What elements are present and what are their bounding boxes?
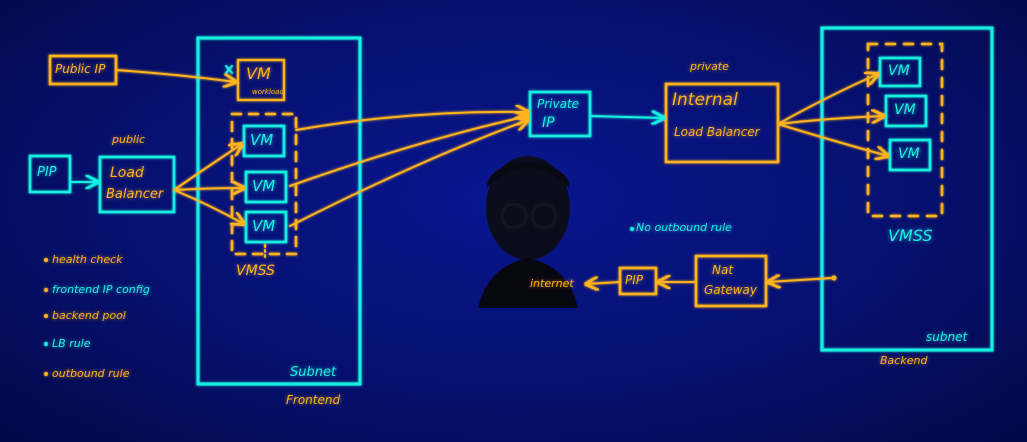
arrow-publicip-to-vm	[115, 69, 236, 82]
internal-lb-line1: Internal	[672, 90, 738, 110]
arrow-lb-to-vm	[173, 189, 244, 224]
subnet-dot	[831, 275, 837, 281]
note-health-check: health check	[52, 253, 123, 266]
private-ip-line1: Private	[537, 97, 580, 111]
note-lb-rule: LB rule	[52, 337, 91, 350]
internet-label: internet	[530, 277, 574, 290]
frontend-vmss-label: VMSS	[236, 263, 275, 279]
x-mark	[225, 65, 233, 74]
whiteboard: Public IP PIP public Load Balancer healt…	[0, 0, 1027, 442]
arrow-ilb-to-backend-vm	[777, 123, 888, 156]
backend-vm-label: VM	[898, 146, 920, 162]
backend-name: Backend	[880, 354, 928, 367]
private-ip-line2: IP	[542, 115, 555, 131]
pip-left-label: PIP	[37, 165, 57, 180]
public-ip-label: Public IP	[55, 62, 106, 76]
arrow-lb-to-vm	[173, 188, 244, 190]
frontend-vm-label: VM	[250, 131, 274, 149]
lb-line1: Load	[110, 165, 144, 181]
nat-line2: Gateway	[704, 283, 758, 297]
note-frontend-ip-config: frontend IP config	[52, 283, 150, 296]
backend-vmss-label: VMSS	[888, 226, 933, 245]
arrow-vm-to-private-ip	[295, 112, 528, 131]
outbound-note: No outbound rule	[636, 221, 732, 234]
nat-line1: Nat	[712, 263, 734, 277]
internal-lb-line2: Load Balancer	[674, 125, 760, 139]
vm-single-sub: workload	[252, 88, 284, 96]
frontend-vm-label: VM	[252, 177, 276, 195]
backend-vm-label: VM	[894, 102, 916, 118]
frontend-name: Frontend	[286, 393, 341, 407]
backend-vm-label: VM	[888, 63, 910, 79]
frontend-vm-label: VM	[252, 217, 276, 235]
vm-single-label: VM	[246, 64, 271, 83]
outbound-note-bullet	[630, 227, 634, 231]
arrow-pip-to-internet	[586, 282, 621, 284]
internal-lb-caption: private	[690, 60, 729, 73]
note-bullets	[44, 258, 48, 376]
arrow-private-ip-to-ilb	[589, 116, 664, 118]
backend-subnet-label: subnet	[926, 330, 968, 344]
lb-line2: Balancer	[106, 187, 164, 202]
note-outbound-rule: outbound rule	[52, 367, 130, 380]
frontend-subnet-label: Subnet	[290, 365, 337, 380]
public-lb-caption: public	[112, 133, 146, 146]
pip-center-label: PIP	[625, 273, 644, 287]
note-backend-pool: backend pool	[52, 309, 126, 322]
